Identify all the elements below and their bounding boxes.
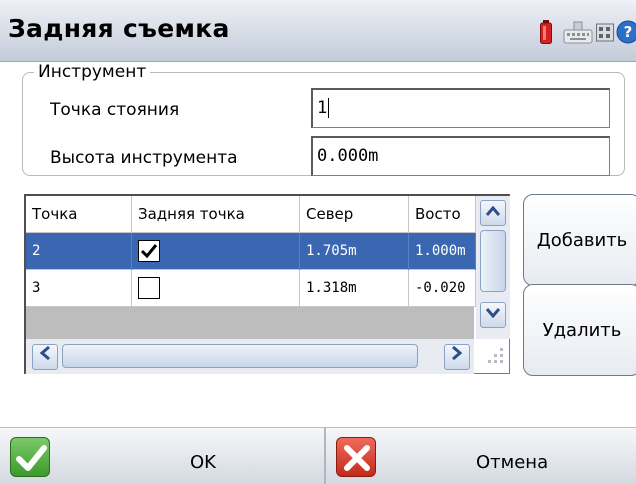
scroll-up-button[interactable] (480, 200, 506, 226)
column-header-point[interactable]: Точка (26, 196, 132, 233)
column-header-backsight[interactable]: Задняя точка (132, 196, 300, 233)
backsight-table[interactable]: Точка Задняя точка Север Восто 2 1.705m … (24, 194, 510, 374)
cancel-button[interactable]: Отмена (326, 427, 636, 484)
delete-button[interactable]: Удалить (523, 284, 636, 376)
cell-point: 2 (26, 233, 132, 270)
scroll-down-button[interactable] (480, 302, 506, 328)
close-icon (336, 437, 376, 477)
station-point-value: 1 (317, 98, 328, 118)
chevron-up-icon (485, 205, 501, 216)
cell-east: 1.000m (409, 233, 476, 270)
window-title: Задняя съемка (8, 14, 230, 43)
column-header-east[interactable]: Восто (409, 196, 476, 233)
battery-icon (540, 20, 552, 44)
checkmark-icon (140, 244, 158, 259)
checkmark-icon (10, 437, 50, 477)
cell-east: -0.020 (409, 270, 476, 307)
chevron-down-icon (485, 308, 501, 319)
scroll-left-button[interactable] (32, 344, 58, 370)
station-point-label: Точка стояния (50, 100, 180, 120)
keyboard-icon[interactable] (563, 20, 593, 44)
cell-backsight (132, 270, 300, 307)
help-icon[interactable]: ? (616, 20, 636, 44)
chevron-right-icon (452, 345, 463, 361)
add-button[interactable]: Добавить (523, 194, 636, 286)
ok-button[interactable]: OK (0, 427, 324, 484)
vertical-scroll-thumb[interactable] (480, 230, 506, 292)
horizontal-scroll-thumb[interactable] (62, 344, 418, 368)
column-header-north[interactable]: Север (300, 196, 409, 233)
svg-text:?: ? (624, 23, 633, 41)
table-empty-area (26, 307, 474, 339)
chevron-left-icon (39, 345, 50, 361)
cell-backsight (132, 233, 300, 270)
backsight-checkbox[interactable] (138, 277, 160, 299)
backsight-checkbox[interactable] (138, 240, 160, 262)
instrument-height-input[interactable]: 0.000m (311, 136, 610, 176)
text-cursor (328, 98, 330, 118)
scroll-right-button[interactable] (444, 344, 470, 370)
grid-icon[interactable] (596, 20, 614, 44)
cell-point: 3 (26, 270, 132, 307)
instrument-group-legend: Инструмент (34, 62, 151, 82)
table-row[interactable]: 2 1.705m 1.000m (26, 233, 476, 270)
cell-north: 1.705m (300, 233, 409, 270)
instrument-height-label: Высота инструмента (50, 148, 238, 168)
station-point-input[interactable]: 1 (311, 88, 610, 128)
cancel-label: Отмена (476, 452, 549, 473)
table-row[interactable]: 3 1.318m -0.020 (26, 270, 476, 307)
cell-north: 1.318m (300, 270, 409, 307)
resize-grip-icon[interactable] (478, 342, 508, 372)
ok-label: OK (190, 452, 216, 473)
